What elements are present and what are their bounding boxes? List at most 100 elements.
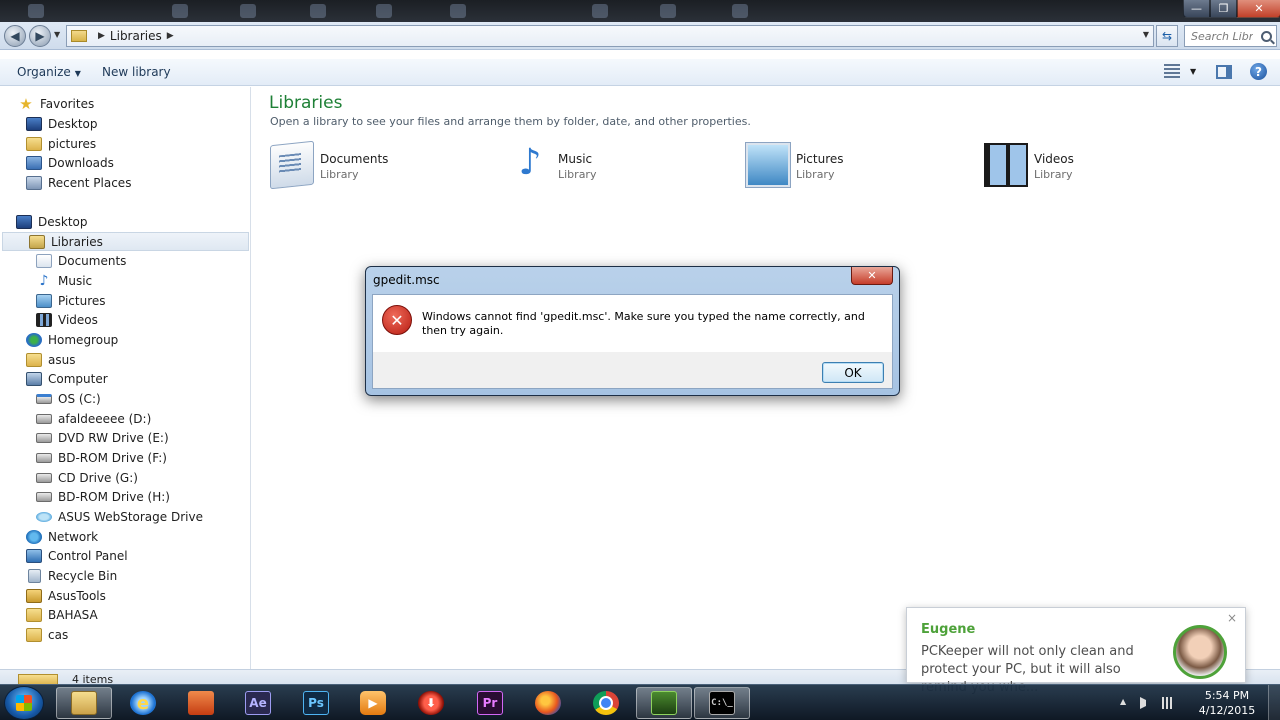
search-box[interactable] [1184,25,1277,47]
chevron-down-icon: ▼ [1190,66,1197,76]
show-desktop-button[interactable] [1268,685,1280,720]
recent-pages-dropdown-icon[interactable]: ▼ [54,30,60,39]
nav-drive-e[interactable]: DVD RW Drive (E:) [36,428,169,447]
taskbar-app-game[interactable] [636,687,692,719]
nav-library-pictures[interactable]: Pictures [36,291,106,310]
nav-asustools[interactable]: AsusTools [26,586,106,605]
nav-label: BD-ROM Drive (F:) [58,450,167,465]
nav-favorites[interactable]: ★ Favorites [18,94,94,113]
paint-icon [188,691,214,715]
taskbar-app-photoshop[interactable]: Ps [288,687,344,719]
recycle-bin-icon [28,568,41,583]
taskbar-clock[interactable]: 5:54 PM 4/12/2015 [1196,688,1258,718]
taskbar-app-paint[interactable] [173,687,229,719]
dvd-drive-icon [36,432,52,443]
nav-asus-webstorage[interactable]: ASUS WebStorage Drive [36,507,203,526]
nav-control-panel[interactable]: Control Panel [26,546,128,565]
folder-icon [26,588,42,603]
nav-libraries[interactable]: Libraries [2,232,249,251]
address-box[interactable]: ▶ Libraries ▶ ▼ [66,25,1154,47]
back-arrow-icon: ◀ [10,29,20,43]
volume-icon[interactable] [1140,697,1152,709]
views-icon [1164,64,1180,78]
desktop-icon [16,214,32,229]
folder-icon [26,627,42,642]
nav-favorite-downloads[interactable]: Downloads [26,153,114,172]
taskbar-app-internet-explorer[interactable]: e [115,687,171,719]
pckeeper-notification[interactable]: Eugene PCKeeper will not only clean and … [906,607,1246,695]
nav-label: BD-ROM Drive (H:) [58,489,170,504]
nav-desktop[interactable]: Desktop [16,212,88,231]
library-name: Videos [1034,152,1074,166]
nav-network[interactable]: Network [26,527,98,546]
nav-bahasa[interactable]: BAHASA [26,605,98,624]
nav-drive-d[interactable]: afaldeeeee (D:) [36,409,151,428]
nav-label: asus [48,352,76,367]
downloads-icon [26,155,42,170]
maximize-button[interactable]: ❐ [1210,0,1237,18]
library-tile-music[interactable]: ♪ Music Library [508,143,728,193]
nav-library-music[interactable]: ♪ Music [36,271,93,290]
taskbar-app-firefox[interactable] [520,687,576,719]
library-tile-documents[interactable]: Documents Library [270,140,490,193]
nav-favorite-pictures[interactable]: pictures [26,134,96,153]
nav-computer[interactable]: Computer [26,369,108,388]
taskbar-app-after-effects[interactable]: Ae [230,687,286,719]
nav-library-documents[interactable]: Documents [36,251,126,270]
after-effects-icon: Ae [245,691,271,715]
navigation-pane[interactable]: ★ Favorites Desktop pictures Downloads Re… [0,87,251,669]
nav-favorite-recent-places[interactable]: Recent Places [26,173,131,192]
nav-drive-c[interactable]: OS (C:) [36,389,101,408]
back-button[interactable]: ◀ [4,25,26,47]
homegroup-icon [26,332,42,347]
nav-library-videos[interactable]: Videos [36,310,98,329]
nav-label: afaldeeeee (D:) [58,411,152,426]
pictures-icon [36,293,52,308]
network-signal-icon[interactable] [1162,697,1176,709]
nav-label: DVD RW Drive (E:) [58,430,169,445]
new-library-button[interactable]: New library [102,65,171,79]
breadcrumb-chevron-icon[interactable]: ▶ [167,31,174,41]
nav-asus[interactable]: asus [26,350,75,369]
search-icon[interactable] [1261,30,1272,42]
change-view-button[interactable]: ▼ [1164,64,1196,78]
refresh-button[interactable]: ⇆ [1156,25,1178,47]
dialog-close-button[interactable]: ✕ [851,267,893,285]
taskbar-app-chrome[interactable] [578,687,634,719]
ok-button[interactable]: OK [822,362,884,383]
taskbar-app-windows-explorer[interactable] [56,687,112,719]
taskbar-app-command-prompt[interactable]: C:\_ [694,687,750,719]
clock-date: 4/12/2015 [1198,704,1256,717]
organize-menu-button[interactable]: Organize ▼ [17,65,81,79]
photoshop-icon: Ps [303,691,329,715]
breadcrumb-chevron-icon[interactable]: ▶ [98,31,105,41]
taskbar-app-downloader[interactable]: ⬇ [403,687,459,719]
folder-icon [26,607,42,622]
taskbar-app-premiere[interactable]: Pr [462,687,518,719]
nav-recycle-bin[interactable]: Recycle Bin [26,566,117,585]
search-input[interactable] [1191,29,1253,43]
close-button[interactable]: ✕ [1237,0,1280,18]
help-icon[interactable]: ? [1250,63,1267,80]
library-tile-videos[interactable]: Videos Library [984,143,1204,193]
forward-button[interactable]: ▶ [29,25,51,47]
clock-time: 5:54 PM [1204,689,1250,702]
nav-homegroup[interactable]: Homegroup [26,330,118,349]
address-dropdown-icon[interactable]: ▼ [1143,30,1149,39]
preview-pane-icon[interactable] [1216,65,1232,79]
start-button[interactable] [4,686,44,720]
nav-cas[interactable]: cas [26,625,68,644]
show-hidden-icons-icon[interactable]: ▲ [1120,697,1130,709]
notification-close-icon[interactable]: × [1227,611,1237,625]
nav-drive-h[interactable]: BD-ROM Drive (H:) [36,487,170,506]
library-tile-pictures[interactable]: Pictures Library [746,143,966,193]
nav-drive-f[interactable]: BD-ROM Drive (F:) [36,448,167,467]
breadcrumb-libraries[interactable]: Libraries [110,29,162,43]
taskbar-app-media-player[interactable]: ▶ [345,687,401,719]
nav-label: Network [48,529,99,544]
organize-label: Organize [17,65,71,79]
nav-favorite-desktop[interactable]: Desktop [26,114,98,133]
nav-drive-g[interactable]: CD Drive (G:) [36,468,138,487]
cloud-drive-icon [36,511,52,522]
minimize-button[interactable]: — [1183,0,1210,18]
